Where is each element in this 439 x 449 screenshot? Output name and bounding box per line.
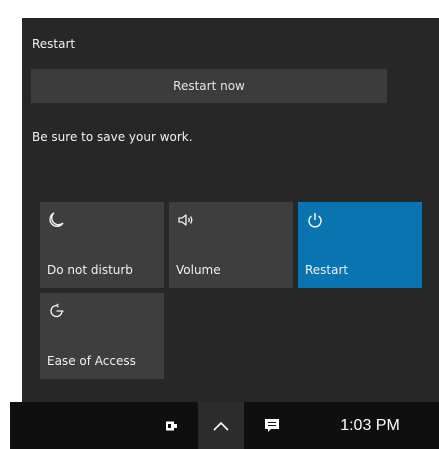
tile-volume[interactable]: Volume [169,202,293,288]
tile-label: Volume [176,263,221,277]
action-center-icon [265,418,279,432]
battery-icon [166,421,177,430]
tile-ease-of-access[interactable]: Ease of Access [40,293,164,379]
tile-label: Restart [305,263,349,277]
moon-icon [49,212,64,227]
restart-now-button[interactable]: Restart now [31,69,387,103]
chevron-up-icon [213,421,229,431]
battery-button[interactable] [157,402,187,449]
tile-label: Ease of Access [47,354,136,368]
taskbar: 1:03 PM [10,402,439,449]
clock-time: 1:03 PM [340,416,400,434]
ease-of-access-icon [50,303,64,318]
tile-label: Do not disturb [47,263,133,277]
tile-do-not-disturb[interactable]: Do not disturb [40,202,164,288]
flyout-title: Restart [32,37,76,51]
save-work-message: Be sure to save your work. [32,130,193,144]
screen: Restart Restart now Be sure to save your… [0,0,439,449]
power-icon [308,213,322,228]
speaker-icon [178,214,193,226]
taskbar-clock[interactable]: 1:03 PM [320,402,420,449]
action-center-button[interactable] [257,402,287,449]
show-hidden-icons-button[interactable] [198,402,244,449]
tile-restart[interactable]: Restart [298,202,422,288]
